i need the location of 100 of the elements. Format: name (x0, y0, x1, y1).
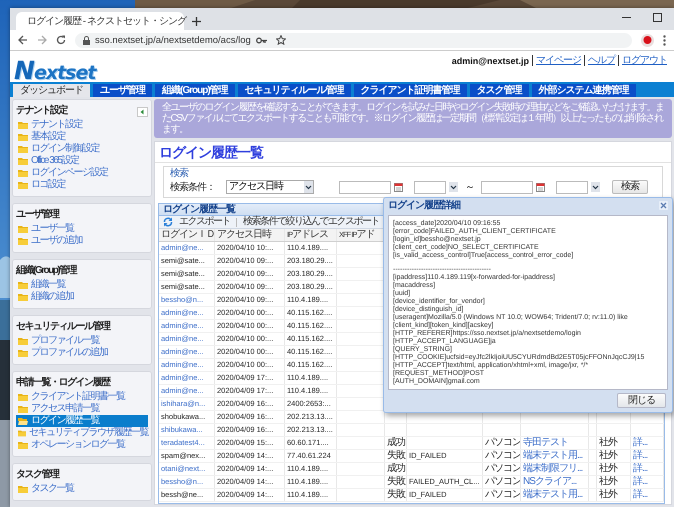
sidebar-item[interactable]: Office 365設定 (16, 155, 148, 167)
maximize-icon[interactable] (653, 13, 662, 22)
toolbar-button[interactable]: エクスポート (177, 216, 232, 228)
folder-icon (18, 281, 28, 289)
sidebar-item[interactable]: 組織の追加 (16, 291, 148, 303)
sidebar-item[interactable]: プロファイルの追加 (16, 347, 148, 359)
dropdown-icon[interactable] (449, 182, 458, 192)
logo: Nextset (14, 56, 96, 85)
sidebar-item[interactable]: ロゴ設定 (16, 179, 148, 191)
table-cell: パソコン (483, 476, 521, 488)
detail-link[interactable]: 詳... (631, 489, 664, 501)
sidebar-item[interactable]: オペレーションログ一覧 (16, 439, 148, 451)
new-tab-icon[interactable] (192, 17, 201, 26)
table-cell: 成功 (385, 437, 407, 449)
date-field[interactable] (481, 180, 533, 194)
sidebar-item[interactable]: ユーザ一覧 (16, 223, 148, 235)
key-icon[interactable] (256, 36, 267, 44)
folder-icon (18, 237, 28, 245)
detail-link[interactable]: 詳... (631, 450, 664, 462)
panel-heading: ユーザ管理 (16, 208, 58, 221)
table-cell: パソコン (483, 437, 521, 449)
detail-link[interactable]: 詳... (631, 476, 664, 488)
folder-icon (18, 145, 28, 153)
sidebar-item[interactable]: 基本設定 (16, 131, 148, 143)
sidebar-item[interactable]: テナント設定 (16, 119, 148, 131)
dropdown-icon[interactable] (591, 182, 600, 192)
sidebar-item[interactable]: ログイン制御設定 (16, 143, 148, 155)
table-cell: 失敗 (385, 489, 407, 501)
sidebar-item[interactable]: クライアント証明書一覧 (16, 391, 148, 403)
range-separator: ～ (465, 181, 474, 194)
folder-icon (18, 293, 28, 301)
nav-tab[interactable]: 組織(Group)管理 (155, 84, 235, 97)
sidebar-item[interactable]: ログインページ設定 (16, 167, 148, 179)
sidebar-item[interactable]: セキュリティブラウザ履歴一覧 (16, 427, 148, 439)
close-button[interactable]: 閉じる (617, 393, 666, 408)
detail-link[interactable]: 詳... (631, 463, 664, 475)
calendar-icon[interactable] (536, 182, 545, 192)
time-field[interactable] (556, 180, 588, 194)
sidebar-item[interactable]: ユーザの追加 (16, 235, 148, 247)
calendar-icon[interactable] (394, 182, 403, 192)
collapse-icon[interactable] (137, 106, 148, 116)
reload-icon[interactable] (56, 35, 66, 45)
sidebar-item[interactable]: 組織一覧 (16, 279, 148, 291)
table-cell: 社外 (597, 463, 631, 475)
folder-icon (18, 225, 28, 233)
time-field[interactable] (414, 180, 446, 194)
sidebar-item[interactable]: プロファイル一覧 (16, 335, 148, 347)
star-icon[interactable] (276, 35, 286, 45)
date-field[interactable] (339, 180, 391, 194)
folder-icon (18, 485, 28, 493)
sidebar-item[interactable]: ログイン履歴一覧 (16, 415, 148, 427)
nav-tab[interactable]: クライアント証明書管理 (354, 84, 467, 97)
address-bar[interactable]: sso.nextset.jp/a/nextsetdemo/acs/log (75, 32, 632, 48)
search-button[interactable]: 検索 (612, 180, 648, 194)
header-link[interactable]: ヘルプ (584, 55, 618, 66)
folder-icon (18, 405, 28, 413)
dropdown-icon (304, 181, 313, 193)
lock-icon (83, 36, 90, 44)
folder-icon (18, 429, 26, 437)
nav-tab[interactable]: ユーザ管理 (93, 84, 152, 97)
info-banner: 全ユーザのログイン履歴を確認することができます。ログインを試みた日時やログイン失敗時の理由などをご確認いただけます。またCSVファイルにてエクスポートすることも可能です。※ログイン履歴は一定期間（標準設定は１年間）以上たったものは削除されます。 (154, 99, 672, 138)
page-title: ログイン履歴一覧 (155, 142, 671, 163)
nav-tab[interactable]: ダッシュボード (13, 84, 90, 97)
table-cell: 成功 (385, 463, 407, 475)
panel-heading: 組織(Group)管理 (16, 264, 76, 277)
table-cell: 社外 (597, 489, 631, 501)
panel-heading: 申請一覧・ログイン履歴 (16, 376, 110, 389)
profile-link[interactable]: 端末テスト用... (521, 450, 589, 462)
folder-icon (18, 349, 28, 357)
profile-link[interactable]: 端末制限フリ... (521, 463, 589, 475)
avatar-icon[interactable] (641, 34, 654, 46)
folder-icon (18, 181, 28, 189)
close-icon[interactable] (659, 201, 668, 210)
sidebar-item[interactable]: タスク一覧 (16, 483, 148, 495)
folder-icon (18, 133, 28, 141)
profile-link[interactable]: NSクライア... (521, 476, 589, 488)
folder-icon (18, 441, 28, 449)
user-email: admin@nextset.jp (452, 56, 530, 66)
detail-link[interactable]: 詳... (631, 437, 664, 449)
table-cell: 失敗 (385, 450, 407, 462)
column-header[interactable]: アクセス日時 (215, 229, 285, 241)
menu-icon[interactable] (663, 34, 666, 46)
field-label: 検索条件： (170, 180, 215, 194)
search-legend: 検索 (170, 168, 656, 180)
column-header[interactable]: ログインＩＤ (159, 229, 215, 241)
condition-select[interactable]: アクセス日時 (226, 180, 314, 194)
header-link[interactable]: ログアウト (618, 55, 670, 66)
nav-tab[interactable]: タスク管理 (470, 84, 529, 97)
refresh-icon[interactable] (163, 217, 173, 227)
nav-tab[interactable]: 外部システム連携管理 (532, 84, 636, 97)
nav-tab[interactable]: セキュリティルール管理 (238, 84, 351, 97)
profile-link[interactable]: 寺田テスト (521, 437, 589, 449)
folder-icon (18, 393, 28, 401)
back-icon[interactable] (18, 35, 28, 45)
header-link[interactable]: マイページ (532, 55, 584, 66)
folder-icon (18, 337, 28, 345)
profile-link[interactable]: 端末テスト用... (521, 489, 589, 501)
sidebar-item[interactable]: アクセス申請一覧 (16, 403, 148, 415)
toolbar-button[interactable]: 検索条件で絞り込んでエクスポート (241, 216, 381, 228)
table-cell: 社外 (597, 476, 631, 488)
